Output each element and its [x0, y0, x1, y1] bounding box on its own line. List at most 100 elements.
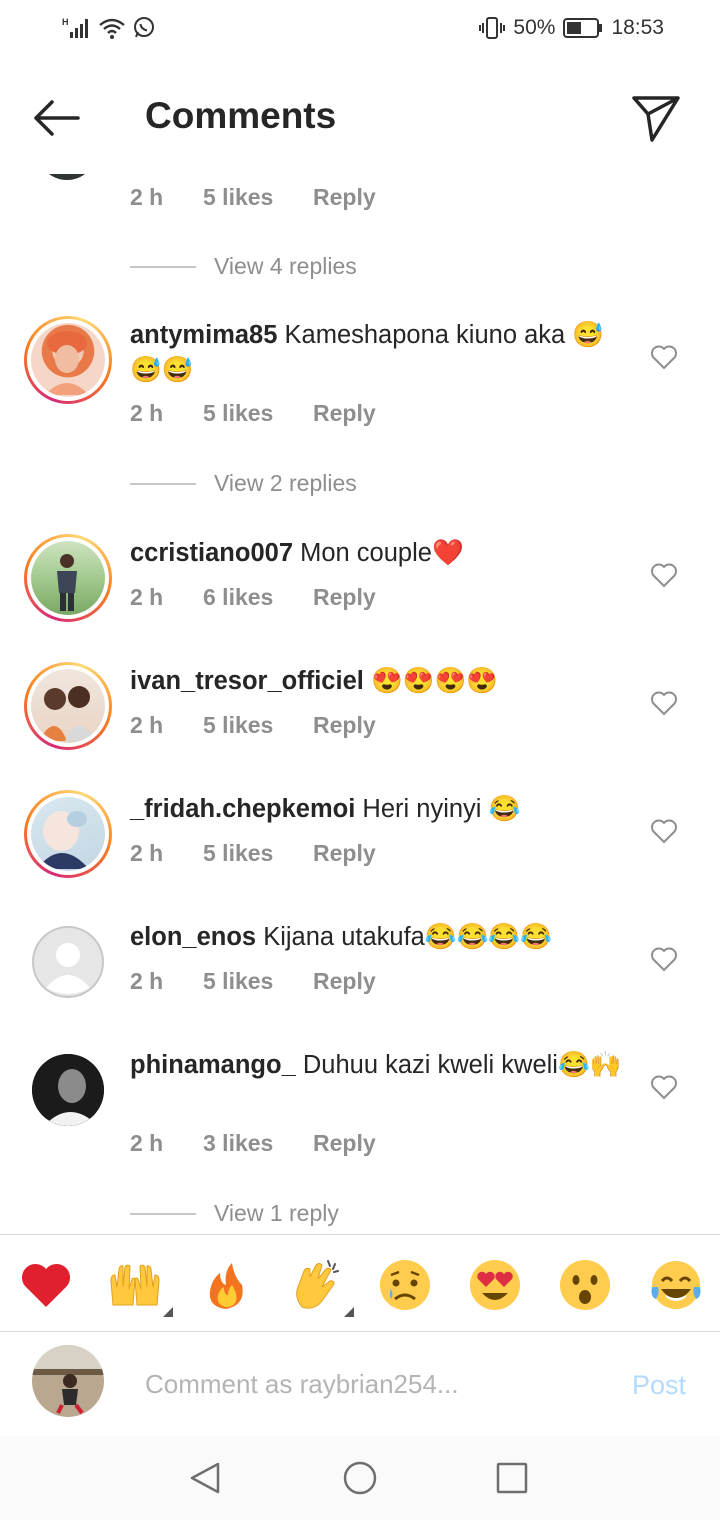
- tears-of-joy-emoji-button[interactable]: [648, 1257, 704, 1313]
- current-user-avatar: [32, 1345, 104, 1417]
- clapping-hands-icon: [296, 1260, 339, 1309]
- vibrate-icon: [479, 17, 506, 39]
- svg-text:H: H: [62, 17, 69, 27]
- comment-likes[interactable]: 5 likes: [203, 968, 313, 995]
- view-replies-label: View 2 replies: [214, 470, 357, 496]
- avatar[interactable]: [24, 662, 112, 750]
- fire-emoji-button[interactable]: [198, 1257, 254, 1313]
- two-people-portrait-icon: [39, 686, 95, 741]
- avatar[interactable]: [24, 790, 112, 878]
- emoji-reaction-bar: [0, 1234, 720, 1332]
- default-avatar-icon: [32, 926, 104, 998]
- woman-selfie-icon: [37, 811, 89, 869]
- comment-time: 2 h: [130, 712, 164, 738]
- status-bar: H 50% 18:53: [0, 0, 720, 62]
- raising-hands-icon: [110, 1264, 160, 1306]
- comments-list[interactable]: 2 h 5 likes Reply View 4 replies antymim…: [0, 140, 720, 1234]
- raising-hands-emoji-button[interactable]: [107, 1257, 173, 1317]
- avatar[interactable]: [32, 926, 104, 998]
- clapping-hands-emoji-button[interactable]: [288, 1257, 354, 1317]
- nav-home-button[interactable]: [340, 1458, 380, 1498]
- comment-text: ccristiano007 Mon couple❤️: [130, 536, 630, 571]
- comment-username[interactable]: phinamango_: [130, 1051, 296, 1079]
- view-replies-button[interactable]: View 2 replies: [130, 470, 357, 497]
- reply-button[interactable]: Reply: [313, 712, 376, 739]
- square-recents-icon: [496, 1462, 528, 1494]
- reply-button[interactable]: Reply: [313, 1130, 376, 1157]
- comment-username[interactable]: elon_enos: [130, 923, 256, 951]
- comment-text: _fridah.chepkemoi Heri nyinyi 😂: [130, 792, 630, 827]
- like-button[interactable]: [650, 562, 678, 588]
- comment-body: 😍😍😍😍: [370, 667, 498, 695]
- back-button[interactable]: [30, 96, 82, 140]
- crying-face-icon: [380, 1260, 430, 1310]
- comment-body: Heri nyinyi 😂: [362, 795, 521, 823]
- reply-button[interactable]: Reply: [313, 400, 376, 427]
- user-photo-icon: [32, 1345, 104, 1417]
- comment-text: ivan_tresor_officiel 😍😍😍😍: [130, 664, 630, 699]
- comment-time: 2 h: [130, 1130, 164, 1156]
- like-button[interactable]: [650, 818, 678, 844]
- comment-input[interactable]: [145, 1364, 585, 1404]
- comment-likes[interactable]: 5 likes: [203, 712, 313, 739]
- clock: 18:53: [611, 16, 664, 39]
- comment-username[interactable]: ccristiano007: [130, 539, 293, 567]
- paper-plane-icon: [632, 96, 680, 142]
- tears-of-joy-icon: [651, 1261, 701, 1309]
- nav-recents-button[interactable]: [492, 1458, 532, 1498]
- reply-button[interactable]: Reply: [313, 584, 376, 611]
- comment-body: Duhuu kazi kweli kweli😂🙌: [302, 1051, 622, 1079]
- share-button[interactable]: [630, 92, 682, 144]
- comment-meta: 2 h 5 likes Reply: [130, 184, 376, 211]
- comment-body: Kijana utakufa😂😂😂😂: [263, 923, 552, 951]
- man-dark-portrait-icon: [32, 1054, 104, 1126]
- heart-outline-icon: [651, 1075, 677, 1099]
- divider-line: [130, 1212, 196, 1215]
- comment-likes[interactable]: 5 likes: [203, 184, 313, 211]
- comment-body: Mon couple❤️: [300, 539, 464, 567]
- view-replies-button[interactable]: View 1 reply: [130, 1200, 339, 1227]
- comment-username[interactable]: ivan_tresor_officiel: [130, 667, 364, 695]
- comment-likes[interactable]: 3 likes: [203, 1130, 313, 1157]
- red-heart-emoji-button[interactable]: [18, 1257, 74, 1313]
- comment-time: 2 h: [130, 840, 164, 866]
- red-heart-icon: [21, 1263, 71, 1307]
- comment-text: phinamango_ Duhuu kazi kweli kweli😂🙌: [130, 1048, 630, 1083]
- reply-button[interactable]: Reply: [313, 840, 376, 867]
- comment-likes[interactable]: 6 likes: [203, 584, 313, 611]
- heart-outline-icon: [651, 345, 677, 369]
- heart-outline-icon: [651, 691, 677, 715]
- heart-outline-icon: [651, 819, 677, 843]
- like-button[interactable]: [650, 690, 678, 716]
- comment-meta: 2 h 5 likes Reply: [130, 968, 376, 995]
- comment-username[interactable]: _fridah.chepkemoi: [130, 795, 355, 823]
- view-replies-label: View 4 replies: [214, 253, 357, 279]
- view-replies-button[interactable]: View 4 replies: [130, 253, 357, 280]
- comment-time: 2 h: [130, 584, 164, 610]
- crying-face-emoji-button[interactable]: [377, 1257, 433, 1313]
- comment-likes[interactable]: 5 likes: [203, 840, 313, 867]
- header: Comments: [0, 62, 720, 174]
- heart-outline-icon: [651, 947, 677, 971]
- reply-button[interactable]: Reply: [313, 184, 376, 211]
- man-outdoor-portrait-icon: [57, 554, 77, 611]
- heart-eyes-emoji-button[interactable]: [467, 1257, 523, 1313]
- comment-username[interactable]: antymima85: [130, 321, 277, 349]
- comment-likes[interactable]: 5 likes: [203, 400, 313, 427]
- reply-button[interactable]: Reply: [313, 968, 376, 995]
- comment-time: 2 h: [130, 400, 164, 426]
- comment-meta: 2 h 5 likes Reply: [130, 400, 376, 427]
- comment-text: antymima85 Kameshapona kiuno aka 😅😅😅: [130, 318, 630, 388]
- nav-back-button[interactable]: [186, 1458, 226, 1498]
- avatar[interactable]: [24, 316, 112, 404]
- comment-time: 2 h: [130, 968, 164, 994]
- like-button[interactable]: [650, 946, 678, 972]
- avatar[interactable]: [32, 1054, 104, 1126]
- variant-indicator: [344, 1307, 354, 1317]
- avatar[interactable]: [24, 534, 112, 622]
- post-button[interactable]: Post: [632, 1370, 686, 1401]
- like-button[interactable]: [650, 1074, 678, 1100]
- circle-home-icon: [343, 1461, 377, 1495]
- open-mouth-emoji-button[interactable]: [557, 1257, 613, 1313]
- like-button[interactable]: [650, 344, 678, 370]
